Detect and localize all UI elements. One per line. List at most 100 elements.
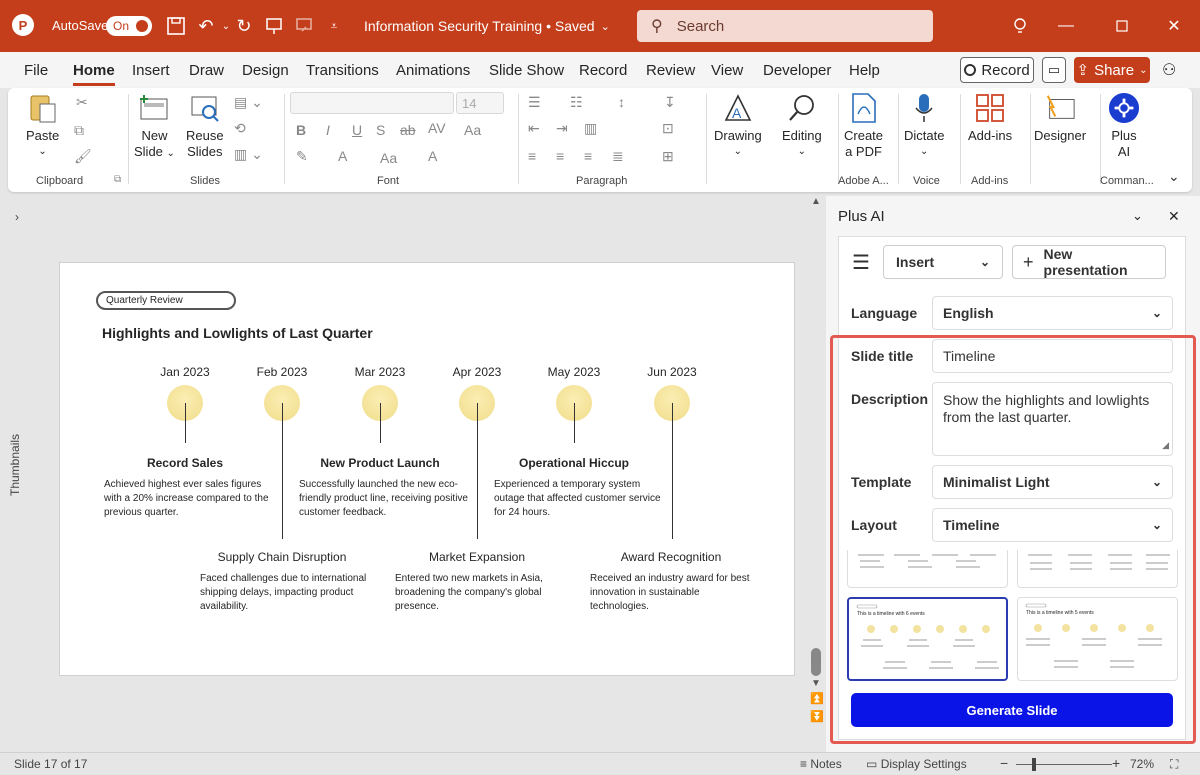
notes-button[interactable]: ≡ Notes: [800, 757, 842, 771]
dictate-button[interactable]: Dictate ⌄: [904, 92, 944, 160]
document-title[interactable]: Information Security Training • Saved ⌄: [364, 18, 610, 34]
collapse-ribbon-icon[interactable]: ⌄: [1168, 168, 1180, 185]
tab-review[interactable]: Review: [646, 62, 695, 79]
create-pdf-button[interactable]: Create a PDF: [844, 92, 883, 160]
decrease-indent-icon[interactable]: ⇤: [528, 120, 540, 137]
tab-draw[interactable]: Draw: [189, 62, 224, 79]
thumbnails-label[interactable]: Thumbnails: [8, 434, 22, 496]
reuse-slides-button[interactable]: Reuse Slides: [186, 92, 224, 160]
insert-dropdown[interactable]: Insert ⌄: [883, 245, 1003, 279]
align-center-icon[interactable]: ≡: [556, 148, 564, 164]
font-size-combo[interactable]: 14: [456, 92, 504, 114]
scroll-down-icon[interactable]: ▼: [811, 678, 821, 689]
slide-title-input[interactable]: Timeline: [932, 339, 1173, 373]
addins-button[interactable]: Add-ins: [968, 92, 1012, 144]
font-size-change-icon[interactable]: Aa: [380, 150, 397, 166]
underline-icon[interactable]: U: [352, 122, 362, 138]
zoom-level[interactable]: 72%: [1130, 757, 1154, 771]
italic-icon[interactable]: I: [326, 122, 330, 138]
comments-button[interactable]: ▭: [1042, 57, 1066, 83]
layout-thumbnail[interactable]: [1017, 550, 1178, 588]
present-icon[interactable]: [262, 14, 286, 38]
tab-developer[interactable]: Developer: [763, 62, 831, 79]
maximize-icon[interactable]: [1108, 12, 1136, 40]
columns-icon[interactable]: ▥: [584, 120, 597, 137]
dialog-launcher-icon[interactable]: ⧉: [114, 174, 121, 185]
layout-select[interactable]: Timeline ⌄: [932, 508, 1173, 542]
strikethrough-icon[interactable]: ab: [400, 122, 416, 138]
description-textarea[interactable]: Show the highlights and lowlights from t…: [932, 382, 1173, 456]
layout-thumbnail-selected[interactable]: This is a timeline with 6 events: [847, 597, 1008, 681]
scroll-up-icon[interactable]: ▲: [811, 196, 821, 207]
customize-qat-icon[interactable]: ⩡: [322, 14, 346, 38]
resize-handle-icon[interactable]: ◢: [1162, 437, 1169, 454]
coauthor-icon[interactable]: ⚇: [1162, 60, 1176, 80]
tab-slide-show[interactable]: Slide Show: [489, 62, 564, 79]
increase-indent-icon[interactable]: ⇥: [556, 120, 568, 137]
tab-record[interactable]: Record: [579, 62, 627, 79]
format-painter-icon[interactable]: 🖌: [74, 148, 92, 165]
font-color-icon[interactable]: A: [338, 148, 347, 164]
clear-formatting-icon[interactable]: A: [428, 148, 437, 164]
tab-animations[interactable]: Animations: [396, 62, 470, 79]
pane-options-icon[interactable]: ⌄: [1132, 208, 1143, 224]
close-pane-icon[interactable]: ✕: [1168, 208, 1180, 225]
slide-canvas[interactable]: Quarterly Review Highlights and Lowlight…: [59, 262, 795, 676]
tab-transitions[interactable]: Transitions: [306, 62, 379, 79]
zoom-out-icon[interactable]: −: [1000, 755, 1008, 771]
hamburger-menu-icon[interactable]: ☰: [852, 250, 870, 275]
tab-home[interactable]: Home: [73, 62, 115, 86]
line-spacing-icon[interactable]: ↕: [618, 94, 625, 110]
align-right-icon[interactable]: ≡: [584, 148, 592, 164]
tab-file[interactable]: File: [24, 62, 48, 79]
cut-icon[interactable]: ✂: [76, 94, 88, 111]
new-slide-button[interactable]: New Slide ⌄: [134, 92, 175, 162]
editor-scrollbar[interactable]: ▲ ▼ ⏫ ⏬: [808, 196, 824, 752]
character-spacing-icon[interactable]: AV: [428, 120, 446, 136]
language-select[interactable]: English ⌄: [932, 296, 1173, 330]
lightbulb-icon[interactable]: [1006, 12, 1034, 40]
expand-thumbnails-icon[interactable]: ›: [15, 210, 19, 224]
bold-icon[interactable]: B: [296, 122, 306, 138]
tab-help[interactable]: Help: [849, 62, 880, 79]
justify-icon[interactable]: ≣: [612, 148, 624, 165]
fit-to-window-icon[interactable]: ⛶: [1170, 757, 1178, 772]
tab-insert[interactable]: Insert: [132, 62, 170, 79]
numbering-icon[interactable]: ☷: [570, 94, 583, 111]
close-window-icon[interactable]: ✕: [1160, 12, 1188, 40]
copy-icon[interactable]: ⧉: [74, 122, 84, 139]
bullets-icon[interactable]: ☰: [528, 94, 541, 111]
font-name-combo[interactable]: [290, 92, 454, 114]
align-text-icon[interactable]: ⊡: [662, 120, 674, 137]
highlight-icon[interactable]: ✎: [296, 148, 308, 165]
previous-slide-icon[interactable]: ⏫: [810, 692, 824, 705]
align-left-icon[interactable]: ≡: [528, 148, 536, 164]
record-button[interactable]: Record: [960, 57, 1034, 83]
search-input[interactable]: [676, 17, 897, 35]
tab-design[interactable]: Design: [242, 62, 289, 79]
paste-button[interactable]: Paste ⌄: [26, 92, 59, 160]
smartart-icon[interactable]: ⊞: [662, 148, 674, 165]
layout-thumbnail[interactable]: [847, 550, 1008, 588]
zoom-slider-thumb[interactable]: [1032, 758, 1036, 771]
layout-thumbnail[interactable]: This is a timeline with 5 events: [1017, 597, 1178, 681]
text-direction-icon[interactable]: ↧: [664, 94, 676, 111]
redo-icon[interactable]: ↻: [232, 14, 256, 38]
scroll-thumb[interactable]: [811, 648, 821, 676]
zoom-in-icon[interactable]: +: [1112, 755, 1120, 771]
zoom-slider[interactable]: [1016, 764, 1112, 765]
share-button[interactable]: ⇪ Share ⌄: [1074, 57, 1150, 83]
new-presentation-button[interactable]: + New presentation: [1012, 245, 1166, 279]
generate-slide-button[interactable]: Generate Slide: [851, 693, 1173, 727]
template-select[interactable]: Minimalist Light ⌄: [932, 465, 1173, 499]
plus-ai-button[interactable]: Plus AI: [1108, 92, 1140, 160]
reset-icon[interactable]: ⟲: [234, 120, 246, 137]
layout-icon[interactable]: ▤ ⌄: [234, 94, 263, 111]
minimize-icon[interactable]: —: [1052, 12, 1080, 40]
search-box[interactable]: ⚲: [637, 10, 933, 42]
shadow-icon[interactable]: S: [376, 122, 385, 138]
change-case-icon[interactable]: Aa: [464, 122, 481, 138]
editing-button[interactable]: Editing ⌄: [782, 92, 822, 160]
present-online-icon[interactable]: [292, 14, 316, 38]
save-icon[interactable]: [164, 14, 188, 38]
